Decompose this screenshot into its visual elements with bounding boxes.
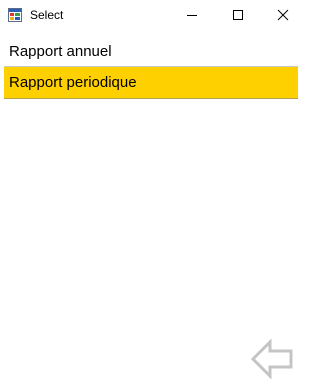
report-list[interactable]: Rapport annuel Rapport periodique xyxy=(4,36,300,99)
maximize-button[interactable] xyxy=(215,0,261,30)
close-icon xyxy=(277,9,289,21)
close-button[interactable] xyxy=(260,0,306,30)
list-item-label: Rapport annuel xyxy=(9,43,112,60)
minimize-icon xyxy=(187,15,197,16)
maximize-icon xyxy=(233,10,243,20)
back-arrow-icon[interactable] xyxy=(251,339,293,379)
list-item-rapport-annuel[interactable]: Rapport annuel xyxy=(4,36,298,67)
select-window: Select Rapport annuel Rapport periodique xyxy=(0,0,306,390)
minimize-button[interactable] xyxy=(169,0,215,30)
title-bar[interactable]: Select xyxy=(0,0,306,30)
list-item-label: Rapport periodique xyxy=(9,74,137,91)
app-icon xyxy=(8,8,22,22)
window-title: Select xyxy=(30,8,64,22)
list-item-rapport-periodique[interactable]: Rapport periodique xyxy=(4,67,298,99)
